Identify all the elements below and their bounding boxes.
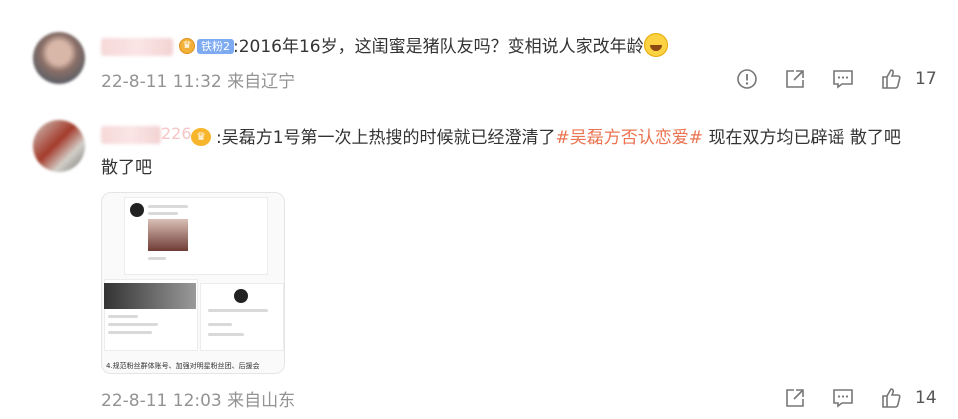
comment-text-suffix: 现在双方均已辟谣 散了吧	[703, 128, 901, 148]
fan-badge: ♛ 铁粉2	[179, 38, 234, 54]
thumb-banner	[104, 283, 196, 309]
comment-meta: 22-8-11 12:03 来自山东	[101, 391, 296, 411]
fan-badge-label: 铁粉2	[197, 38, 234, 54]
comment-item: ♛ 铁粉2 :2016年16岁，这闺蜜是猪队友吗？变相说人家改年龄 22-8-1…	[0, 0, 958, 108]
comment-actions: 17	[723, 64, 958, 94]
share-button[interactable]	[771, 383, 819, 413]
share-icon	[786, 70, 804, 88]
thumbs-up-icon	[882, 69, 901, 89]
reply-button[interactable]	[819, 64, 867, 94]
comment-icon	[833, 389, 853, 408]
alert-icon	[737, 69, 757, 89]
thumb-photo	[148, 219, 188, 251]
image-caption: 4.规范粉丝群体账号、加强对明星粉丝团、后援会	[106, 362, 260, 370]
laughing-emoji-icon	[643, 33, 668, 57]
comment-text: :吴磊方1号第一次上热搜的时候就已经澄清了#吴磊方否认恋爱# 现在双方均已辟谣 …	[216, 125, 901, 151]
like-count: 14	[915, 388, 937, 408]
account-logo	[130, 203, 144, 217]
comment-image[interactable]: 4.规范粉丝群体账号、加强对明星粉丝团、后援会	[101, 192, 285, 374]
username-suffix[interactable]: 226	[161, 124, 192, 143]
image-card-top	[124, 197, 268, 275]
account-logo	[234, 289, 248, 303]
crown-badge-icon: ♛	[179, 38, 195, 54]
like-button[interactable]	[867, 64, 915, 94]
comment-text-line2: 散了吧	[101, 158, 152, 178]
like-button[interactable]	[867, 383, 915, 413]
avatar[interactable]	[33, 120, 85, 172]
thumbs-up-icon	[882, 388, 901, 408]
comment-text-body: :2016年16岁，这闺蜜是猪队友吗？变相说人家改年龄	[233, 37, 644, 57]
reply-button[interactable]	[819, 383, 867, 413]
comment-actions: 14	[771, 383, 958, 413]
comment-icon	[833, 70, 853, 89]
comment-item: 226 ♛ :吴磊方1号第一次上热搜的时候就已经澄清了#吴磊方否认恋爱# 现在双…	[0, 110, 958, 419]
comment-text-prefix: :吴磊方1号第一次上热搜的时候就已经澄清了	[216, 128, 556, 148]
username-blurred[interactable]	[101, 38, 173, 56]
like-count: 17	[915, 69, 937, 89]
report-button[interactable]	[723, 64, 771, 94]
comment-text: :2016年16岁，这闺蜜是猪队友吗？变相说人家改年龄	[233, 33, 933, 60]
crown-icon: ♛	[191, 128, 211, 146]
username-blurred[interactable]	[101, 126, 161, 144]
avatar[interactable]	[33, 32, 85, 84]
topic-link[interactable]: #吴磊方否认恋爱#	[556, 128, 704, 148]
comment-meta: 22-8-11 11:32 来自辽宁	[101, 72, 296, 92]
share-button[interactable]	[771, 64, 819, 94]
share-icon	[786, 389, 804, 407]
